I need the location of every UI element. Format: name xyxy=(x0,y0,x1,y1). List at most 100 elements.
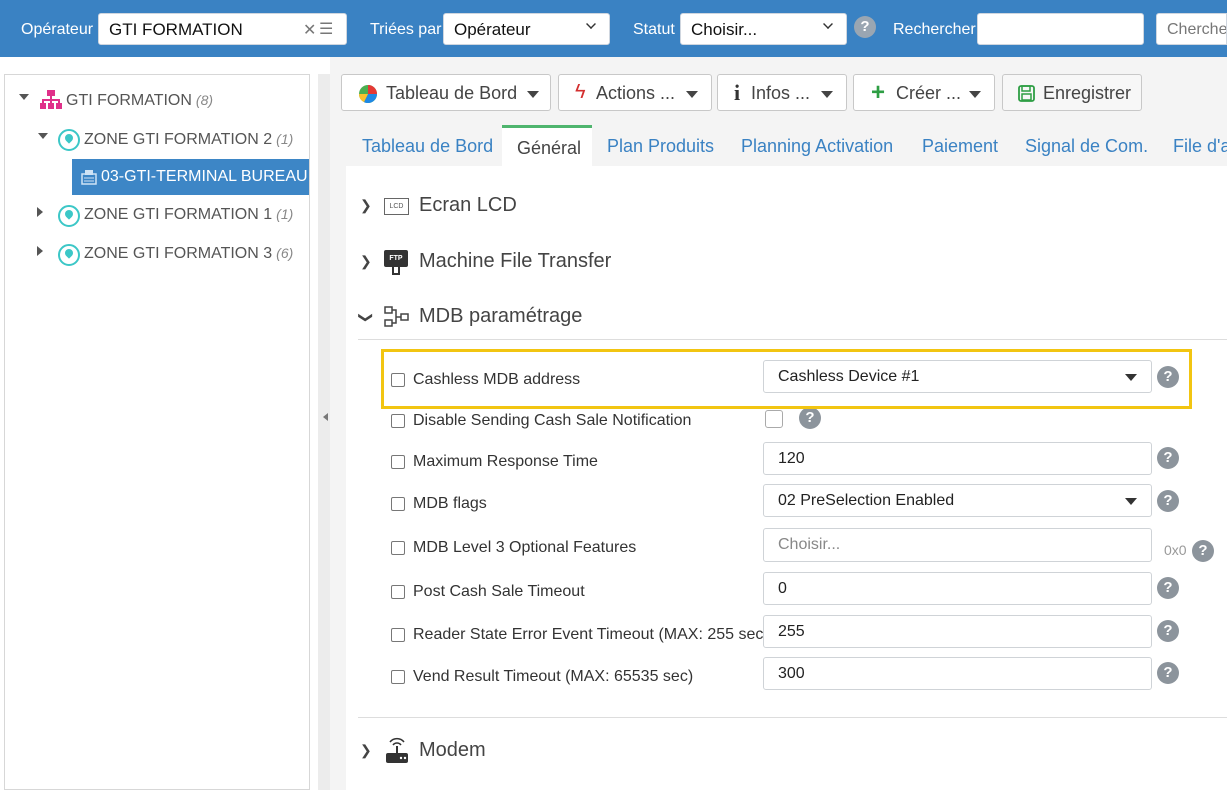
collapse-arrow-icon[interactable] xyxy=(323,413,328,421)
org-tree-icon xyxy=(40,90,62,109)
statut-select[interactable]: Choisir... xyxy=(680,13,847,45)
checkbox[interactable] xyxy=(391,585,405,599)
chevron-right-icon[interactable]: ❯ xyxy=(360,197,372,214)
tree-item-label: 03-GTI-TERMINAL BUREAU GTI xyxy=(101,168,309,185)
input-value: 0 xyxy=(778,580,787,597)
mdb-level-3-multiselect[interactable]: Choisir... xyxy=(763,528,1152,562)
tree-item-zone-1[interactable]: ZONE GTI FORMATION 1 (1) xyxy=(84,206,293,236)
chevron-right-icon[interactable]: ❯ xyxy=(360,742,372,759)
tree-item-count: (6) xyxy=(276,245,294,261)
checkbox[interactable] xyxy=(391,455,405,469)
tree-item-label: ZONE GTI FORMATION 1 xyxy=(84,206,273,223)
clear-icon[interactable]: ✕ xyxy=(303,20,316,40)
location-pin-icon xyxy=(58,129,80,151)
help-icon[interactable]: ? xyxy=(1157,490,1179,512)
help-icon[interactable]: ? xyxy=(1192,540,1214,562)
divider xyxy=(358,339,1227,340)
dropdown-arrow-icon xyxy=(1125,498,1137,505)
creer-button[interactable]: + Créer ... xyxy=(853,74,995,111)
help-icon[interactable]: ? xyxy=(1157,447,1179,469)
hex-value: 0x0 xyxy=(1164,542,1187,558)
button-label: Infos ... xyxy=(751,83,811,103)
tab-file[interactable]: File d'a xyxy=(1173,136,1227,157)
help-icon[interactable]: ? xyxy=(1157,577,1179,599)
expand-icon[interactable] xyxy=(37,246,43,256)
info-icon: i xyxy=(734,80,741,105)
checkbox[interactable] xyxy=(391,497,405,511)
hierarchy-icon xyxy=(384,306,409,327)
operateur-label: Opérateur xyxy=(21,21,94,38)
statut-value: Choisir... xyxy=(691,20,758,39)
rechercher-label: Rechercher xyxy=(893,21,976,38)
checkbox[interactable] xyxy=(391,541,405,555)
checkbox[interactable] xyxy=(391,670,405,684)
disable-cash-sale-checkbox[interactable] xyxy=(765,410,783,428)
help-icon[interactable]: ? xyxy=(854,16,876,38)
maximum-response-time-input[interactable]: 120 xyxy=(763,442,1152,475)
field-label-disable-cash-sale: Disable Sending Cash Sale Notification xyxy=(413,412,692,429)
tree-item-count: (1) xyxy=(276,206,294,222)
tree-item-count: (1) xyxy=(276,131,294,147)
chevron-down-icon xyxy=(969,91,981,98)
tree-item-gti-formation[interactable]: GTI FORMATION (8) xyxy=(66,92,213,122)
checkbox[interactable] xyxy=(391,628,405,642)
statut-label: Statut xyxy=(633,21,675,38)
terminal-icon xyxy=(81,170,97,185)
list-icon[interactable]: ☰ xyxy=(319,19,333,39)
section-modem[interactable]: Modem xyxy=(419,739,486,762)
section-mdb-parametrage[interactable]: MDB paramétrage xyxy=(419,305,582,328)
tree-item-label: ZONE GTI FORMATION 3 xyxy=(84,245,273,262)
tree-item-zone-3[interactable]: ZONE GTI FORMATION 3 (6) xyxy=(84,245,293,275)
infos-button[interactable]: i Infos ... xyxy=(717,74,847,111)
location-pin-icon xyxy=(58,205,80,227)
enregistrer-button[interactable]: Enregistrer xyxy=(1002,74,1142,111)
mdb-flags-select[interactable]: 02 PreSelection Enabled xyxy=(763,484,1152,517)
tab-plan-produits[interactable]: Plan Produits xyxy=(607,136,714,157)
triees-select[interactable]: Opérateur xyxy=(443,13,610,45)
button-label: Tableau de Bord xyxy=(386,83,518,103)
chevron-down-icon xyxy=(686,91,698,98)
tableau-de-bord-button[interactable]: Tableau de Bord xyxy=(341,74,551,111)
reader-state-error-input[interactable]: 255 xyxy=(763,615,1152,648)
tab-planning-activation[interactable]: Planning Activation xyxy=(741,136,893,157)
vend-result-timeout-input[interactable]: 300 xyxy=(763,657,1152,690)
chevron-right-icon[interactable]: ❯ xyxy=(360,253,372,270)
pie-chart-icon xyxy=(358,85,378,104)
collapse-icon[interactable] xyxy=(38,133,48,139)
chevron-down-icon xyxy=(527,91,539,98)
collapse-icon[interactable] xyxy=(19,94,29,100)
input-value: 255 xyxy=(778,623,805,640)
operateur-value: GTI FORMATION xyxy=(109,20,243,39)
tab-signal-de-com[interactable]: Signal de Com. xyxy=(1025,136,1148,157)
divider xyxy=(358,717,1227,718)
location-pin-icon xyxy=(58,244,80,266)
section-machine-file-transfer[interactable]: Machine File Transfer xyxy=(419,250,611,273)
post-cash-sale-timeout-input[interactable]: 0 xyxy=(763,572,1152,605)
tree-item-label: GTI FORMATION xyxy=(66,92,192,109)
actions-button[interactable]: ϟ Actions ... xyxy=(558,74,712,111)
help-icon[interactable]: ? xyxy=(799,407,821,429)
tree-item-count: (8) xyxy=(195,92,214,108)
chevron-down-icon[interactable]: ❯ xyxy=(357,312,374,324)
help-icon[interactable]: ? xyxy=(1157,620,1179,642)
chercher-button[interactable]: Chercher xyxy=(1156,13,1227,45)
tab-paiement[interactable]: Paiement xyxy=(922,136,998,157)
ftp-icon: FTP xyxy=(384,250,408,267)
panel-splitter[interactable] xyxy=(318,74,330,790)
highlight-box xyxy=(381,349,1192,409)
expand-icon[interactable] xyxy=(37,207,43,217)
tab-general[interactable]: Général xyxy=(517,138,581,159)
field-label-mdb-level-3: MDB Level 3 Optional Features xyxy=(413,539,637,556)
field-label-vend-result-timeout: Vend Result Timeout (MAX: 65535 sec) xyxy=(413,668,694,685)
rechercher-input[interactable] xyxy=(977,13,1144,45)
select-value: 02 PreSelection Enabled xyxy=(778,492,955,509)
tab-tableau-de-bord[interactable]: Tableau de Bord xyxy=(362,136,493,157)
lightning-icon: ϟ xyxy=(575,81,586,103)
tree-item-zone-2[interactable]: ZONE GTI FORMATION 2 (1) xyxy=(84,131,293,161)
section-ecran-lcd[interactable]: Ecran LCD xyxy=(419,194,517,217)
chercher-label: Chercher xyxy=(1167,21,1227,38)
tree-item-terminal[interactable]: 03-GTI-TERMINAL BUREAU GTI xyxy=(72,159,309,195)
lcd-screen-icon: LCD xyxy=(384,198,409,215)
checkbox[interactable] xyxy=(391,414,405,428)
help-icon[interactable]: ? xyxy=(1157,662,1179,684)
